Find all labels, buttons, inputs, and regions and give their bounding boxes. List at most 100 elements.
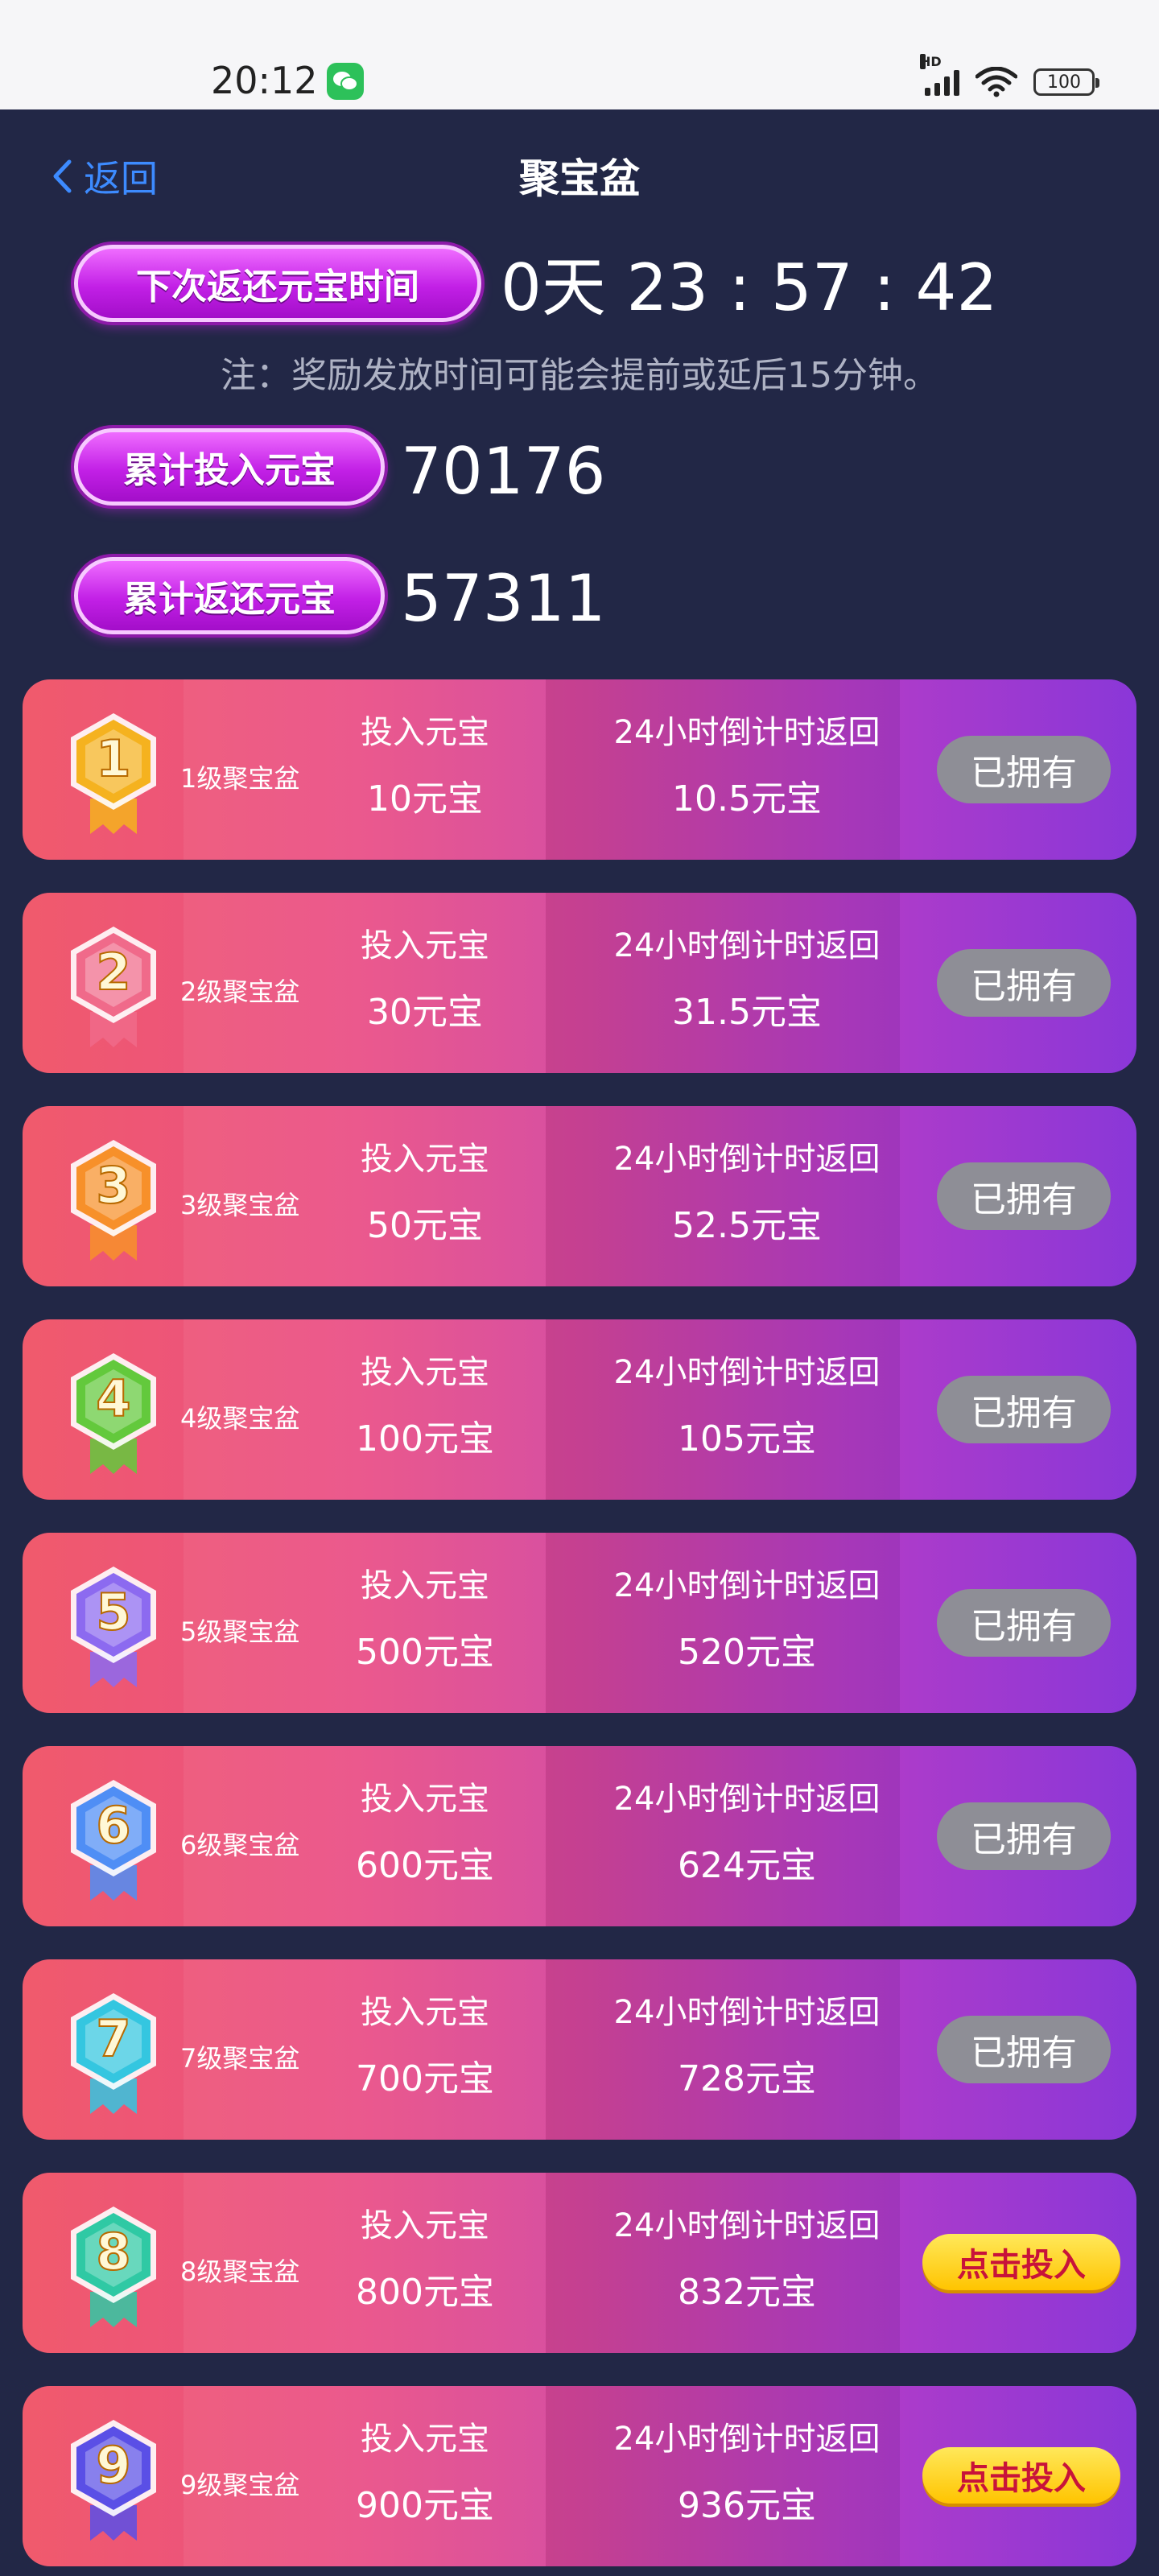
- total-invest-value: 70176: [401, 434, 606, 509]
- page-title: 聚宝盆: [519, 155, 640, 202]
- return-column: 24小时倒计时返回 10.5元宝: [570, 712, 924, 823]
- level-name: 3级聚宝盆: [180, 1190, 300, 1220]
- level-badge-number: 3: [96, 1156, 130, 1215]
- invest-value: 10元宝: [367, 778, 483, 819]
- level-card: 5 5级聚宝盆 投入元宝 500元宝 24小时倒计时返回 520元宝 已拥有: [23, 1533, 1136, 1713]
- invest-column: 投入元宝 100元宝: [312, 1352, 538, 1463]
- return-header: 24小时倒计时返回: [613, 2207, 881, 2244]
- owned-button[interactable]: 已拥有: [937, 1376, 1111, 1443]
- level-name: 1级聚宝盆: [180, 763, 300, 794]
- timing-note: 注：奖励发放时间可能会提前或延后15分钟。: [221, 355, 938, 396]
- invest-value: 30元宝: [367, 992, 483, 1033]
- level-name: 8级聚宝盆: [180, 2256, 300, 2287]
- level-card: 7 7级聚宝盆 投入元宝 700元宝 24小时倒计时返回 728元宝 已拥有: [23, 1959, 1136, 2140]
- nav-header: 返回 聚宝盆: [0, 109, 1159, 222]
- level-name: 7级聚宝盆: [180, 2043, 300, 2074]
- level-card: 1 1级聚宝盆 投入元宝 10元宝 24小时倒计时返回 10.5元宝 已拥有: [23, 679, 1136, 860]
- level-badge-number: 2: [96, 943, 130, 1001]
- invest-column: 投入元宝 30元宝: [312, 925, 538, 1036]
- return-value: 105元宝: [678, 1418, 816, 1459]
- level-badge-icon: 8: [71, 2207, 156, 2327]
- invest-value: 50元宝: [367, 1205, 483, 1246]
- level-badge-number: 6: [96, 1796, 130, 1855]
- invest-header: 投入元宝: [361, 714, 489, 751]
- invest-value: 800元宝: [356, 2272, 494, 2313]
- invest-header: 投入元宝: [361, 1994, 489, 2031]
- owned-button[interactable]: 已拥有: [937, 949, 1111, 1017]
- level-badge-icon: 6: [71, 1780, 156, 1901]
- status-bar: 20:12 HD 100: [0, 0, 1159, 109]
- level-card: 4 4级聚宝盆 投入元宝 100元宝 24小时倒计时返回 105元宝 已拥有: [23, 1319, 1136, 1500]
- return-column: 24小时倒计时返回 624元宝: [570, 1778, 924, 1889]
- invest-header: 投入元宝: [361, 1781, 489, 1818]
- level-badge-number: 7: [96, 2009, 130, 2068]
- level-badge-icon: 5: [71, 1567, 156, 1687]
- return-column: 24小时倒计时返回 31.5元宝: [570, 925, 924, 1036]
- wifi-icon: [975, 67, 1017, 97]
- level-card: 3 3级聚宝盆 投入元宝 50元宝 24小时倒计时返回 52.5元宝 已拥有: [23, 1106, 1136, 1286]
- level-card: 6 6级聚宝盆 投入元宝 600元宝 24小时倒计时返回 624元宝 已拥有: [23, 1746, 1136, 1926]
- level-badge-icon: 2: [71, 927, 156, 1047]
- return-header: 24小时倒计时返回: [613, 1354, 881, 1391]
- return-header: 24小时倒计时返回: [613, 927, 881, 964]
- invest-button[interactable]: 点击投入: [922, 2447, 1120, 2504]
- invest-column: 投入元宝 50元宝: [312, 1138, 538, 1249]
- level-name: 2级聚宝盆: [180, 976, 300, 1007]
- level-badge-number: 8: [96, 2223, 130, 2281]
- return-value: 31.5元宝: [672, 992, 822, 1033]
- return-value: 832元宝: [678, 2272, 816, 2313]
- invest-header: 投入元宝: [361, 1354, 489, 1391]
- total-return-badge: 累计返还元宝: [74, 557, 385, 634]
- invest-header: 投入元宝: [361, 1141, 489, 1178]
- owned-button[interactable]: 已拥有: [937, 1589, 1111, 1657]
- return-value: 10.5元宝: [672, 778, 822, 819]
- invest-column: 投入元宝 500元宝: [312, 1565, 538, 1676]
- level-badge-icon: 1: [71, 713, 156, 834]
- level-name: 4级聚宝盆: [180, 1403, 300, 1434]
- invest-column: 投入元宝 600元宝: [312, 1778, 538, 1889]
- invest-header: 投入元宝: [361, 2207, 489, 2244]
- invest-header: 投入元宝: [361, 2421, 489, 2458]
- total-return-value: 57311: [401, 561, 606, 636]
- owned-button[interactable]: 已拥有: [937, 1162, 1111, 1230]
- invest-value: 900元宝: [356, 2485, 494, 2526]
- level-name: 6级聚宝盆: [180, 1830, 300, 1860]
- return-column: 24小时倒计时返回 728元宝: [570, 1992, 924, 2103]
- owned-button[interactable]: 已拥有: [937, 2016, 1111, 2083]
- countdown-timer: 0天 23 : 57 : 42: [501, 250, 998, 325]
- invest-column: 投入元宝 800元宝: [312, 2205, 538, 2316]
- next-return-time-badge: 下次返还元宝时间: [74, 245, 481, 322]
- level-badge-number: 1: [96, 729, 130, 788]
- invest-header: 投入元宝: [361, 1567, 489, 1604]
- level-badge-icon: 9: [71, 2420, 156, 2541]
- return-column: 24小时倒计时返回 520元宝: [570, 1565, 924, 1676]
- invest-value: 500元宝: [356, 1632, 494, 1673]
- invest-button[interactable]: 点击投入: [922, 2234, 1120, 2290]
- level-card: 9 9级聚宝盆 投入元宝 900元宝 24小时倒计时返回 936元宝 点击投入: [23, 2386, 1136, 2566]
- invest-column: 投入元宝 700元宝: [312, 1992, 538, 2103]
- return-value: 936元宝: [678, 2485, 816, 2526]
- status-time: 20:12: [211, 59, 318, 102]
- return-value: 52.5元宝: [672, 1205, 822, 1246]
- invest-value: 100元宝: [356, 1418, 494, 1459]
- return-header: 24小时倒计时返回: [613, 2421, 881, 2458]
- return-header: 24小时倒计时返回: [613, 714, 881, 751]
- level-card: 2 2级聚宝盆 投入元宝 30元宝 24小时倒计时返回 31.5元宝 已拥有: [23, 893, 1136, 1073]
- return-header: 24小时倒计时返回: [613, 1994, 881, 2031]
- owned-button[interactable]: 已拥有: [937, 736, 1111, 803]
- return-column: 24小时倒计时返回 105元宝: [570, 1352, 924, 1463]
- return-value: 728元宝: [678, 2058, 816, 2099]
- return-column: 24小时倒计时返回 936元宝: [570, 2418, 924, 2529]
- level-badge-number: 4: [96, 1369, 130, 1428]
- invest-column: 投入元宝 10元宝: [312, 712, 538, 823]
- level-name: 5级聚宝盆: [180, 1616, 300, 1647]
- owned-button[interactable]: 已拥有: [937, 1802, 1111, 1870]
- level-badge-icon: 4: [71, 1353, 156, 1474]
- level-badge-number: 9: [96, 2436, 130, 2495]
- battery-level: 100: [1047, 72, 1081, 93]
- return-header: 24小时倒计时返回: [613, 1567, 881, 1604]
- invest-column: 投入元宝 900元宝: [312, 2418, 538, 2529]
- level-name: 9级聚宝盆: [180, 2470, 300, 2500]
- level-badge-number: 5: [96, 1583, 130, 1641]
- return-header: 24小时倒计时返回: [613, 1781, 881, 1818]
